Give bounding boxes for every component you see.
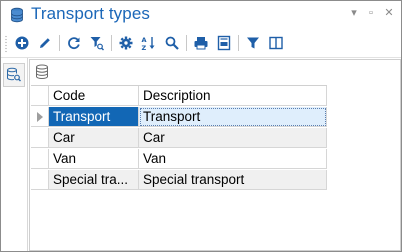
cell-code[interactable]: Transport xyxy=(49,107,139,127)
side-panel xyxy=(1,58,28,251)
search-button[interactable] xyxy=(162,33,182,53)
grid-header-row: Code Description xyxy=(31,86,327,107)
print-icon xyxy=(194,37,208,50)
current-row-arrow-icon xyxy=(37,112,43,122)
edit-button[interactable] xyxy=(35,33,55,53)
column-header-description[interactable]: Description xyxy=(139,86,327,106)
settings-button[interactable] xyxy=(116,33,136,53)
add-button[interactable] xyxy=(12,33,32,53)
grid-panel: Code Description Transport Transport Car… xyxy=(29,59,401,251)
columns-button[interactable] xyxy=(266,33,286,53)
edit-icon xyxy=(40,38,50,48)
search-icon xyxy=(165,36,179,50)
toolbar-grip[interactable] xyxy=(5,35,7,53)
toolbar-separator xyxy=(186,35,187,51)
database-search-icon xyxy=(7,67,21,82)
filter-icon xyxy=(247,37,259,49)
toolbar-separator xyxy=(59,35,60,51)
row-indicator xyxy=(31,107,49,127)
database-icon xyxy=(36,64,48,79)
svg-text:Z: Z xyxy=(142,44,147,51)
filter-button[interactable] xyxy=(243,33,263,53)
svg-text:A: A xyxy=(142,36,147,44)
close-button[interactable]: ✕ xyxy=(383,7,395,19)
toolbar-separator xyxy=(238,35,239,51)
row-indicator xyxy=(31,149,49,169)
table-row[interactable]: Car Car xyxy=(31,128,327,149)
cell-code[interactable]: Special tra... xyxy=(49,170,139,190)
table-row[interactable]: Van Van xyxy=(31,149,327,170)
toolbar-separator xyxy=(111,35,112,51)
cell-code[interactable]: Van xyxy=(49,149,139,169)
refresh-icon xyxy=(68,37,80,49)
restore-button[interactable]: ▫ xyxy=(365,7,377,19)
settings-icon xyxy=(119,36,133,50)
database-app-icon xyxy=(9,7,25,23)
data-search-toggle-button[interactable] xyxy=(3,63,25,87)
sort-az-icon: A Z xyxy=(142,36,155,51)
cell-code[interactable]: Car xyxy=(49,128,139,148)
add-icon xyxy=(15,36,29,50)
row-indicator xyxy=(31,128,49,148)
print-button[interactable] xyxy=(191,33,211,53)
filter-search-button[interactable] xyxy=(87,33,107,53)
toolbar: A Z xyxy=(1,29,401,58)
refresh-button[interactable] xyxy=(64,33,84,53)
transport-types-window: Transport types ▾ ▫ ✕ A Z Code Descripti… xyxy=(0,0,402,252)
columns-icon xyxy=(269,36,283,50)
table-row[interactable]: Special tra... Special transport xyxy=(31,170,327,191)
row-indicator xyxy=(31,170,49,190)
cell-description[interactable]: Van xyxy=(139,149,327,169)
title-bar: Transport types ▾ ▫ ✕ xyxy=(1,1,401,29)
table-row[interactable]: Transport Transport xyxy=(31,107,327,128)
data-grid: Code Description Transport Transport Car… xyxy=(31,85,327,190)
sort-button[interactable]: A Z xyxy=(139,33,159,53)
pin-dropdown-icon[interactable]: ▾ xyxy=(348,7,360,19)
filter-search-icon xyxy=(90,37,104,51)
cell-description[interactable]: Transport xyxy=(139,107,327,127)
cell-description[interactable]: Car xyxy=(139,128,327,148)
cell-description[interactable]: Special transport xyxy=(139,170,327,190)
row-indicator-header xyxy=(31,86,49,106)
window-title: Transport types xyxy=(31,4,150,23)
print-preview-icon xyxy=(217,35,231,51)
print-preview-button[interactable] xyxy=(214,33,234,53)
column-header-code[interactable]: Code xyxy=(49,86,139,106)
